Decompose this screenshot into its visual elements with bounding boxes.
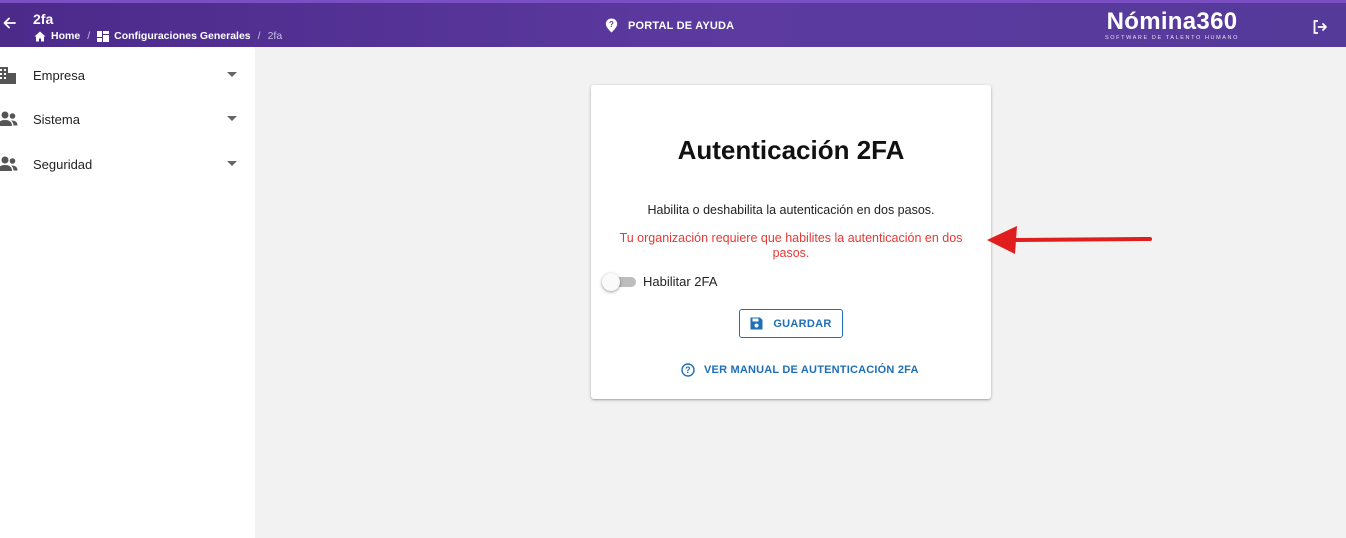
card-title: Autenticación 2FA: [677, 135, 905, 165]
save-button-label: GUARDAR: [773, 317, 832, 330]
help-circle-icon: ?: [681, 363, 695, 377]
sidebar-item-seguridad[interactable]: Seguridad: [0, 142, 255, 186]
save-icon: [750, 317, 763, 330]
chevron-down-icon: [227, 72, 237, 77]
annotation-arrow-icon: [987, 226, 1152, 254]
sidebar-item-label: Seguridad: [33, 156, 93, 172]
breadcrumb-separator: /: [87, 30, 91, 42]
svg-text:?: ?: [609, 20, 614, 29]
warning-message: Tu organización requiere que habilites l…: [619, 231, 963, 260]
help-location-icon: ?: [605, 18, 618, 33]
brand-name: Nómina360: [1106, 8, 1238, 35]
chevron-down-icon: [227, 116, 237, 121]
arrow-left-icon[interactable]: [2, 16, 16, 30]
toggle-switch[interactable]: [602, 273, 636, 291]
breadcrumb: Home / Configuraciones Generales / 2fa: [34, 30, 282, 42]
sidebar-item-label: Sistema: [33, 111, 80, 127]
chevron-down-icon: [227, 161, 237, 166]
top-app-bar: 2fa Home / Configuraciones Generales / 2…: [0, 0, 1346, 47]
enable-2fa-toggle[interactable]: Habilitar 2FA: [602, 273, 718, 291]
breadcrumb-configuraciones[interactable]: Configuraciones Generales: [97, 30, 251, 42]
building-icon: [0, 67, 16, 84]
svg-text:?: ?: [685, 365, 691, 375]
sidebar: Empresa Sistema Seguridad: [0, 47, 255, 538]
toggle-label: Habilitar 2FA: [643, 274, 718, 289]
breadcrumb-current: 2fa: [267, 30, 283, 42]
dashboard-icon: [97, 30, 110, 42]
card-description: Habilita o deshabilita la autenticación …: [647, 203, 935, 217]
breadcrumb-section-label: Configuraciones Generales: [114, 30, 251, 42]
users-icon: [0, 156, 18, 171]
brand-tagline: SOFTWARE DE TALENTO HUMANO: [1105, 35, 1239, 41]
brand-logo: Nómina360 SOFTWARE DE TALENTO HUMANO: [1098, 8, 1246, 42]
home-icon: [34, 31, 46, 41]
save-button[interactable]: GUARDAR: [739, 309, 843, 338]
help-portal-link[interactable]: ? PORTAL DE AYUDA: [605, 18, 734, 33]
manual-link-label: VER MANUAL DE AUTENTICACIÓN 2FA: [704, 364, 919, 376]
breadcrumb-separator: /: [257, 30, 261, 42]
breadcrumb-home[interactable]: Home: [34, 30, 80, 42]
manual-link[interactable]: ? VER MANUAL DE AUTENTICACIÓN 2FA: [681, 363, 919, 377]
toggle-thumb: [602, 273, 620, 291]
sidebar-item-empresa[interactable]: Empresa: [0, 53, 255, 97]
page-title: 2fa: [33, 11, 54, 27]
breadcrumb-home-label: Home: [51, 30, 81, 42]
logout-icon[interactable]: [1312, 19, 1328, 35]
sidebar-item-sistema[interactable]: Sistema: [0, 97, 255, 141]
users-icon: [0, 111, 18, 126]
two-factor-card: Autenticación 2FA Habilita o deshabilita…: [591, 85, 991, 399]
help-portal-label: PORTAL DE AYUDA: [628, 19, 735, 32]
sidebar-item-label: Empresa: [33, 67, 86, 83]
